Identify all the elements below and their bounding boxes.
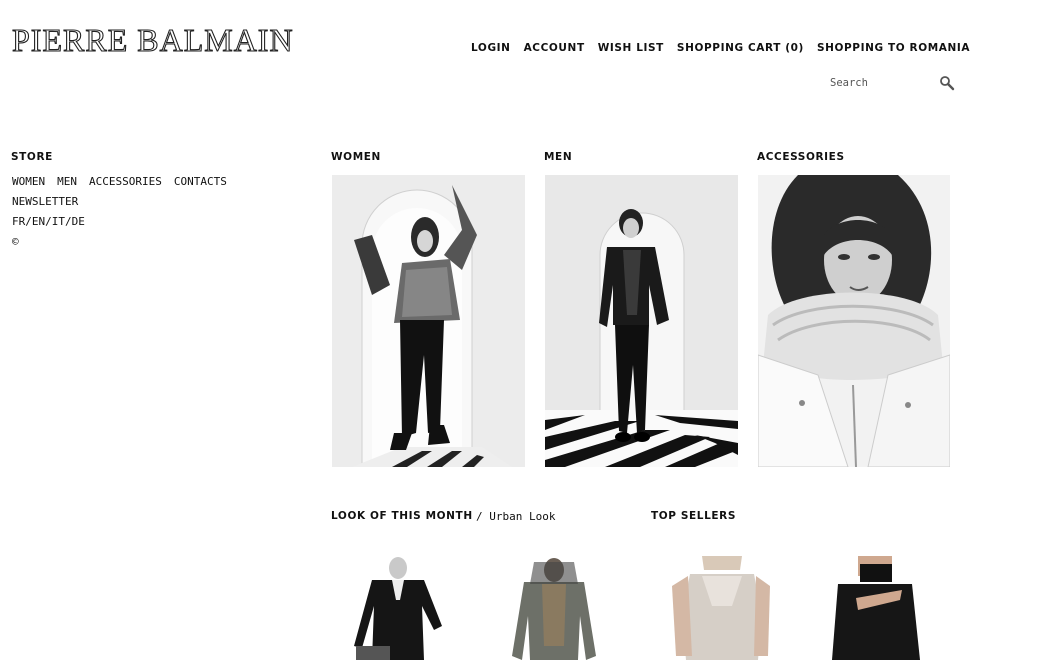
search-icon[interactable] bbox=[939, 75, 955, 91]
store-link-women[interactable]: WOMEN bbox=[12, 175, 45, 188]
login-link[interactable]: LOGIN bbox=[471, 42, 511, 54]
wishlist-link[interactable]: WISH LIST bbox=[598, 42, 664, 54]
store-link-men[interactable]: MEN bbox=[57, 175, 77, 188]
account-link[interactable]: ACCOUNT bbox=[524, 42, 585, 54]
women-category-image[interactable] bbox=[332, 175, 525, 467]
product-thumbnail-4[interactable] bbox=[816, 556, 936, 660]
copyright: © bbox=[12, 235, 19, 248]
product-thumbnail-2[interactable] bbox=[498, 556, 618, 660]
brand-logo[interactable]: PIERRE BALMAIN bbox=[11, 21, 294, 59]
look-subtitle[interactable]: / Urban Look bbox=[476, 510, 555, 523]
look-of-month-title: LOOK OF THIS MONTH bbox=[331, 510, 473, 522]
store-link-contacts[interactable]: CONTACTS bbox=[174, 175, 227, 188]
shopping-cart-link[interactable]: SHOPPING CART (0) bbox=[677, 42, 804, 54]
product-thumbnail-1[interactable] bbox=[342, 556, 462, 660]
language-selector[interactable]: FR/EN/IT/DE bbox=[12, 215, 85, 228]
store-link-accessories[interactable]: ACCESSORIES bbox=[89, 175, 162, 188]
product-thumbnail-3[interactable] bbox=[662, 556, 782, 660]
shipping-country-link[interactable]: SHOPPING TO ROMANIA bbox=[817, 42, 970, 54]
newsletter-link[interactable]: NEWSLETTER bbox=[12, 195, 78, 208]
category-title-women[interactable]: WOMEN bbox=[331, 151, 381, 163]
store-heading: STORE bbox=[11, 151, 53, 163]
search-input[interactable] bbox=[830, 77, 930, 89]
search-box bbox=[830, 73, 955, 91]
category-title-men[interactable]: MEN bbox=[544, 151, 572, 163]
men-category-image[interactable] bbox=[545, 175, 738, 467]
top-sellers-title: TOP SELLERS bbox=[651, 510, 736, 522]
store-links: WOMEN MEN ACCESSORIES CONTACTS NEWSLETTER F… bbox=[12, 172, 239, 252]
top-navigation: LOGIN ACCOUNT WISH LIST SHOPPING CART (0… bbox=[471, 42, 970, 54]
accessories-category-image[interactable] bbox=[758, 175, 950, 467]
category-title-accessories[interactable]: ACCESSORIES bbox=[757, 151, 845, 163]
